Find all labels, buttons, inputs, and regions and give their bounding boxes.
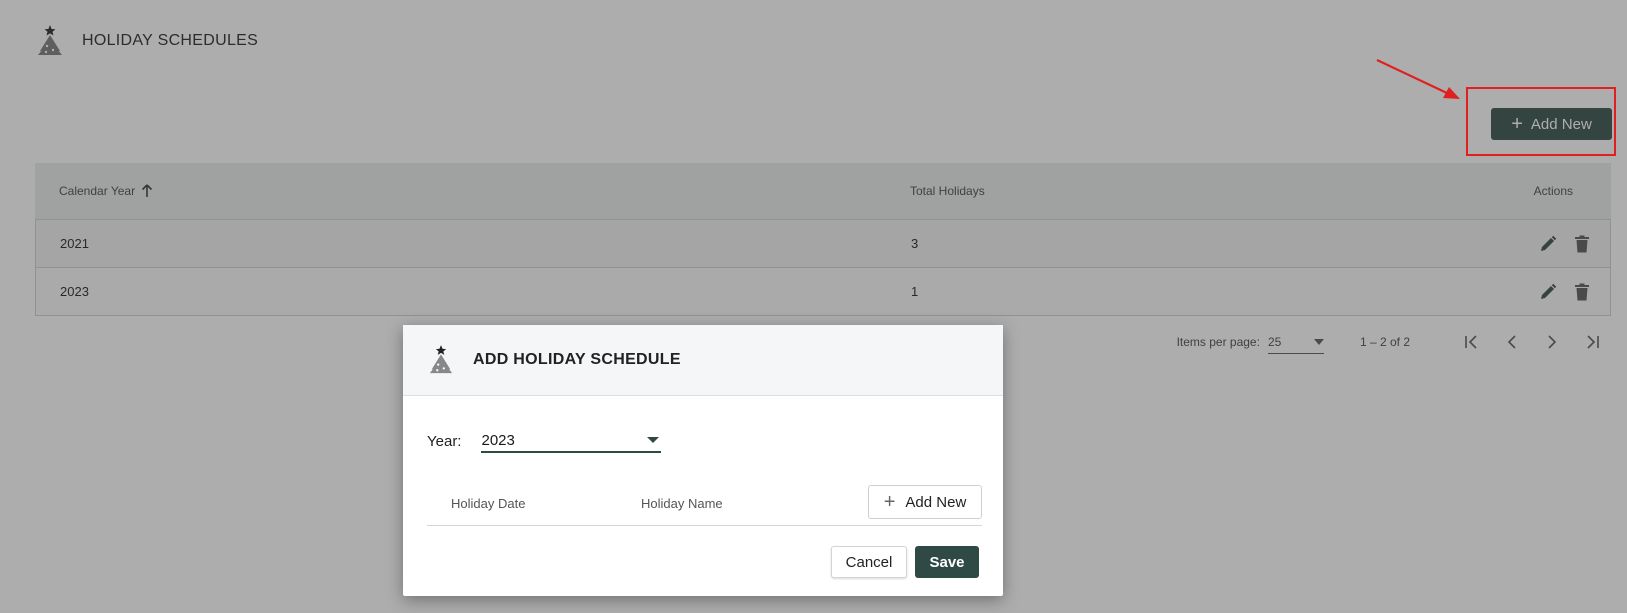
- add-holiday-schedule-dialog: ADD HOLIDAY SCHEDULE Year: 2023 Holiday …: [403, 325, 1003, 596]
- plus-icon: +: [883, 491, 896, 513]
- annotation-highlight-box: [1466, 87, 1616, 156]
- dialog-header: ADD HOLIDAY SCHEDULE: [403, 325, 1003, 396]
- cancel-button[interactable]: Cancel: [831, 546, 907, 578]
- year-label: Year:: [427, 432, 462, 450]
- dialog-title: ADD HOLIDAY SCHEDULE: [473, 351, 681, 368]
- save-button[interactable]: Save: [915, 546, 979, 578]
- add-holiday-label: Add New: [905, 493, 967, 511]
- year-field: Year: 2023: [427, 429, 662, 453]
- annotation-arrow-icon: [1376, 59, 1460, 99]
- holiday-list-header: Holiday Date Holiday Name + Add New: [427, 482, 982, 526]
- dialog-actions: Cancel Save: [831, 546, 979, 578]
- year-value: 2023: [481, 431, 515, 449]
- caret-down-icon: [647, 437, 660, 443]
- christmas-tree-icon: [429, 345, 453, 374]
- column-header-holiday-date: Holiday Date: [451, 496, 526, 511]
- year-select[interactable]: 2023: [481, 429, 662, 453]
- column-header-holiday-name: Holiday Name: [641, 496, 723, 511]
- add-holiday-button[interactable]: + Add New: [868, 485, 982, 519]
